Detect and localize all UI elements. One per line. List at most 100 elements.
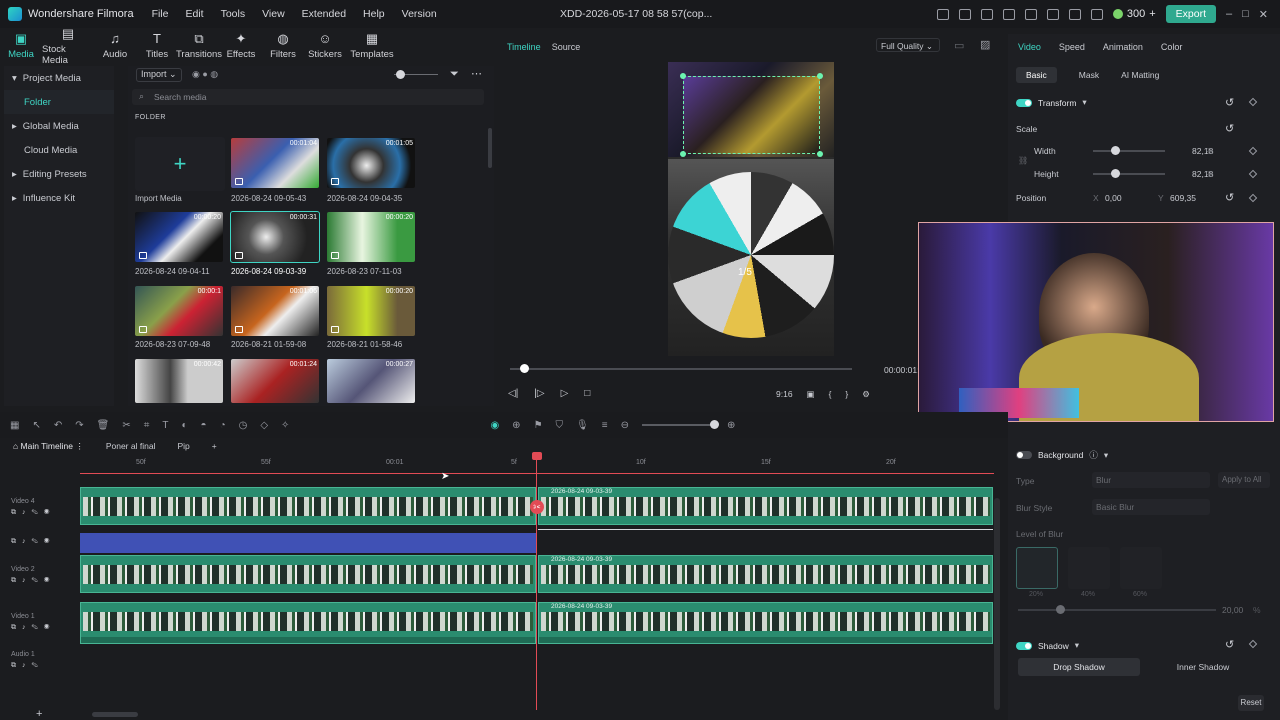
keyframe-icon[interactable]	[1248, 193, 1258, 203]
save-icon[interactable]	[1024, 8, 1037, 20]
timeline-clip[interactable]: 2026-08-24 09-03-39	[538, 602, 993, 644]
drop-shadow-tab[interactable]: Drop Shadow	[1018, 658, 1140, 676]
subtab-ai-matting[interactable]: AI Matting	[1121, 70, 1159, 80]
blur-level-slider[interactable]	[1018, 605, 1216, 614]
tab-main-timeline[interactable]: ⌂ Main Timeline ⋮	[13, 441, 84, 452]
tab-pip[interactable]: Pip	[177, 441, 189, 451]
apply-all-button[interactable]: Apply to All	[1218, 472, 1270, 488]
timeline-vscroll[interactable]	[994, 498, 1000, 710]
reset-icon[interactable]: ↺	[1225, 191, 1234, 204]
import-media-tile[interactable]: +	[135, 137, 225, 191]
keyframe-icon[interactable]	[1248, 146, 1258, 156]
track-controls[interactable]: ⧉♪✎◉	[11, 577, 80, 585]
background-toggle[interactable]	[1016, 451, 1032, 459]
track-controls[interactable]: ⧉♪✎◉	[11, 624, 80, 632]
nav-cloud-media[interactable]: Cloud Media	[4, 138, 114, 162]
mixer-icon[interactable]: ≡	[602, 420, 608, 431]
caret-down-icon[interactable]: ▾	[1082, 97, 1086, 108]
width-slider[interactable]	[1093, 146, 1165, 155]
resize-handle[interactable]	[680, 73, 686, 79]
nav-editing-presets[interactable]: ▸ Editing Presets	[4, 162, 114, 186]
playhead-handle[interactable]	[532, 452, 542, 460]
track-controls[interactable]: ⧉♪✎◉	[0, 538, 80, 546]
media-thumb-7[interactable]: 00:01:06	[231, 286, 319, 336]
media-thumb-1[interactable]: 00:01:04	[231, 138, 319, 188]
reset-icon[interactable]: ↺	[1225, 638, 1234, 651]
add-track-icon[interactable]: +	[36, 708, 42, 720]
timeline-clip[interactable]	[80, 602, 536, 644]
media-thumb-2[interactable]: 00:01:05	[327, 138, 415, 188]
import-button[interactable]: Import ⌄	[136, 68, 182, 82]
tab-media[interactable]: ▣ Media	[0, 28, 42, 64]
selection-box[interactable]	[683, 76, 820, 154]
more-icon[interactable]: ⋯	[471, 67, 482, 80]
media-thumb-9[interactable]: 00:00:42	[135, 359, 223, 403]
marker-icon[interactable]: ⚑	[534, 420, 543, 431]
redo-icon[interactable]: ↷	[75, 420, 83, 431]
pos-x-value[interactable]: 0,00	[1105, 193, 1122, 203]
snapshot-icon[interactable]: ▨	[980, 38, 990, 51]
blur-preset-20[interactable]	[1016, 547, 1058, 589]
zoom-out-icon[interactable]: ⊖	[621, 420, 629, 431]
height-slider[interactable]	[1093, 169, 1165, 178]
media-thumb-8[interactable]: 00:00:20	[327, 286, 415, 336]
export-button[interactable]: Export	[1165, 5, 1216, 23]
add-timeline-icon[interactable]: +	[212, 441, 217, 451]
zoom-in-icon[interactable]: ⊕	[727, 420, 735, 431]
nav-folder[interactable]: Folder	[4, 90, 114, 114]
filter-icon[interactable]: ⏷	[450, 68, 459, 81]
resize-handle[interactable]	[680, 151, 686, 157]
nav-project-media[interactable]: ▾ Project Media	[4, 66, 114, 90]
color-icon[interactable]: ◓	[201, 420, 207, 431]
settings-icon[interactable]: ⚙	[862, 389, 870, 400]
thumb-size-slider[interactable]	[394, 70, 438, 79]
keyframe-icon[interactable]	[1248, 97, 1258, 107]
track-controls[interactable]: ⧉♪✎	[11, 662, 80, 670]
menu-help[interactable]: Help	[363, 8, 385, 20]
caret-down-icon[interactable]: ▾	[1075, 640, 1079, 651]
undo-icon[interactable]: ↶	[54, 420, 62, 431]
blur-preset-60[interactable]	[1120, 547, 1162, 589]
mask-icon[interactable]: ◐	[181, 420, 187, 431]
timeline-clip[interactable]	[80, 487, 536, 525]
play-icon[interactable]: ▷	[561, 388, 569, 399]
prev-frame-icon[interactable]: ◁|	[508, 388, 518, 399]
keyframe-icon[interactable]	[1248, 169, 1258, 179]
subtab-mask[interactable]: Mask	[1079, 70, 1099, 80]
tab-templates[interactable]: ▦ Templates	[346, 28, 398, 64]
menu-edit[interactable]: Edit	[185, 8, 203, 20]
gift-icon[interactable]	[936, 8, 949, 20]
step-play-icon[interactable]: |▷	[534, 388, 544, 399]
timer-icon[interactable]: ◷	[239, 420, 248, 431]
mark-out-icon[interactable]: }	[845, 389, 848, 400]
bell-icon[interactable]	[1068, 8, 1081, 20]
close-icon[interactable]: ✕	[1259, 8, 1268, 21]
media-thumb-10[interactable]: 00:01:24	[231, 359, 319, 403]
tab-poner-al-final[interactable]: Poner al final	[106, 441, 156, 451]
delete-icon[interactable]: 🗑	[97, 420, 110, 431]
crop-icon[interactable]: ⌗	[144, 420, 150, 431]
inner-shadow-tab[interactable]: Inner Shadow	[1142, 658, 1264, 676]
mark-in-icon[interactable]: {	[829, 389, 832, 400]
reset-icon[interactable]: ↺	[1225, 96, 1234, 109]
tab-audio[interactable]: ♫ Audio	[94, 28, 136, 64]
blur-preset-40[interactable]	[1068, 547, 1110, 589]
brand-icon[interactable]	[980, 8, 993, 20]
tab-effects[interactable]: ✦ Effects	[220, 28, 262, 64]
nav-influence-kit[interactable]: ▸ Influence Kit	[4, 186, 114, 210]
timeline-clip[interactable]: 2026-08-24 09-03-39	[538, 487, 993, 525]
subtab-basic[interactable]: Basic	[1016, 67, 1057, 83]
blur-level-value[interactable]: 20,00	[1222, 605, 1243, 615]
timeline-hscroll[interactable]	[92, 712, 138, 717]
media-thumb-6[interactable]: 00:00:1	[135, 286, 223, 336]
text-icon[interactable]: T	[162, 420, 168, 431]
shield-icon[interactable]: ⛉	[556, 420, 564, 431]
user-icon[interactable]	[958, 8, 971, 20]
aspect-select[interactable]: 9:16	[776, 389, 793, 400]
menu-file[interactable]: File	[152, 8, 169, 20]
ai-icon[interactable]: ✧	[281, 420, 289, 431]
stop-icon[interactable]: □	[584, 388, 590, 399]
nav-global-media[interactable]: ▸ Global Media	[4, 114, 114, 138]
minimize-icon[interactable]: –	[1226, 8, 1232, 20]
tab-filters[interactable]: ◍ Filters	[262, 28, 304, 64]
